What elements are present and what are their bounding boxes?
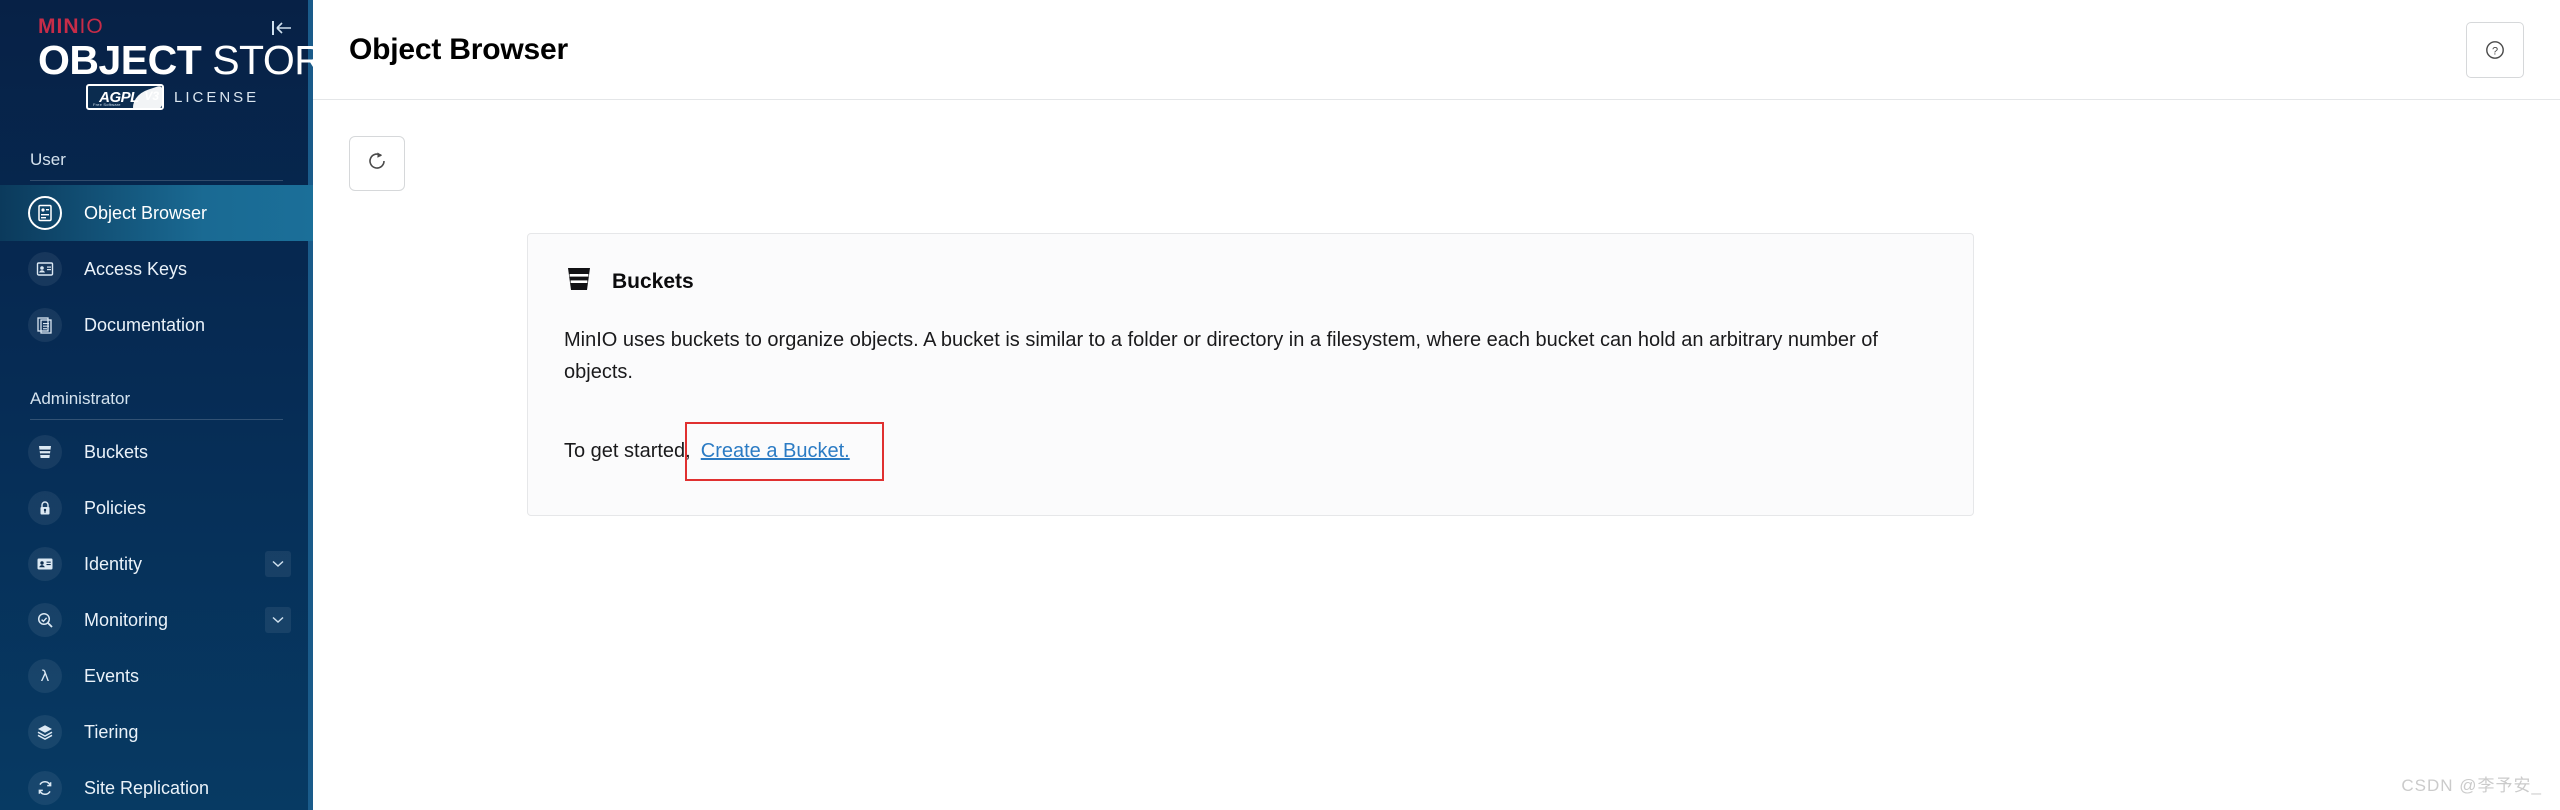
sidebar-item-label: Tiering <box>84 721 139 742</box>
sidebar-item-label: Site Replication <box>84 777 210 798</box>
sidebar-item-label: Documentation <box>84 314 206 335</box>
nav-list-administrator: Buckets Policies Identity Monitoring λ E… <box>0 424 313 810</box>
sidebar-item-monitoring[interactable]: Monitoring <box>0 592 313 648</box>
watermark-text: CSDN @李予安_ <box>2401 776 2542 795</box>
sidebar-item-documentation[interactable]: Documentation <box>0 297 313 353</box>
sidebar-item-label: Buckets <box>84 441 149 462</box>
sidebar-item-label: Object Browser <box>84 202 208 223</box>
content-area: Buckets MinIO uses buckets to organize o… <box>313 100 2560 517</box>
sidebar-item-identity[interactable]: Identity <box>0 536 313 592</box>
collapse-left-icon[interactable] <box>267 15 297 41</box>
lambda-icon: λ <box>28 659 62 693</box>
nav-section-administrator-label: Administrator <box>30 389 131 408</box>
agpl-badge-version: V3 <box>144 89 159 104</box>
svg-text:?: ? <box>2492 45 2498 57</box>
sidebar-item-label: Access Keys <box>84 258 188 279</box>
license-label: LICENSE <box>174 88 260 106</box>
brand-product-name: OBJECT STORE <box>38 37 313 83</box>
bucket-icon <box>28 435 62 469</box>
app-root: MINIO OBJECT STORE AGPL Free Software V3… <box>0 0 2560 810</box>
nav-divider-administrator <box>30 419 283 420</box>
sidebar-item-label: Policies <box>84 497 147 518</box>
card-header: Buckets <box>564 264 1937 299</box>
bucket-icon <box>564 264 594 299</box>
magnifier-icon <box>28 603 62 637</box>
documentation-icon <box>28 308 62 342</box>
buckets-info-card: Buckets MinIO uses buckets to organize o… <box>527 233 1974 517</box>
create-bucket-highlight-box: Create a Bucket. <box>684 422 884 482</box>
svg-text:λ: λ <box>41 667 50 685</box>
agpl-badge-icon: AGPL Free Software V3 <box>86 84 164 111</box>
cta-prefix-text: To get started, <box>564 440 691 463</box>
brand-object-text: OBJECT <box>38 37 202 83</box>
brand-min-text: MIN <box>38 15 80 38</box>
license-row: AGPL Free Software V3 LICENSE <box>38 84 313 111</box>
nav-list-user: Object Browser Access Keys Documentation <box>0 185 313 353</box>
replication-icon <box>28 771 62 805</box>
identity-card-icon <box>28 547 62 581</box>
sidebar-item-access-keys[interactable]: Access Keys <box>0 241 313 297</box>
sidebar-item-site-replication[interactable]: Site Replication <box>0 760 313 810</box>
toolbar <box>349 136 2524 191</box>
chevron-down-icon[interactable] <box>265 551 291 577</box>
top-bar: Object Browser ? <box>313 0 2560 100</box>
sidebar-item-label: Identity <box>84 553 143 574</box>
refresh-button[interactable] <box>349 136 405 191</box>
create-bucket-link[interactable]: Create a Bucket. <box>701 440 850 463</box>
sidebar-item-tiering[interactable]: Tiering <box>0 704 313 760</box>
refresh-icon <box>365 149 389 178</box>
page-title: Object Browser <box>349 32 568 66</box>
sidebar: MINIO OBJECT STORE AGPL Free Software V3… <box>0 0 313 810</box>
sidebar-item-object-browser[interactable]: Object Browser <box>0 185 313 241</box>
help-circle-icon[interactable]: ? <box>2466 21 2524 78</box>
sidebar-item-label: Events <box>84 665 140 686</box>
brand-store-text: STORE <box>212 37 313 83</box>
sidebar-item-label: Monitoring <box>84 609 169 630</box>
nav-section-gap <box>0 353 313 379</box>
cta-row: To get started, Create a Bucket. <box>564 422 1937 482</box>
sidebar-item-policies[interactable]: Policies <box>0 480 313 536</box>
card-title: Buckets <box>612 269 694 293</box>
agpl-badge-subtext: Free Software <box>93 102 121 108</box>
main-content: Object Browser ? Buckets MinIO uses buck… <box>313 0 2560 810</box>
object-browser-icon <box>28 196 62 230</box>
brand-io-text: IO <box>79 15 104 38</box>
access-keys-icon <box>28 252 62 286</box>
lock-icon <box>28 491 62 525</box>
sidebar-item-buckets[interactable]: Buckets <box>0 424 313 480</box>
nav-section-user-label: User <box>30 150 66 169</box>
layers-icon <box>28 715 62 749</box>
card-description: MinIO uses buckets to organize objects. … <box>564 329 1878 383</box>
nav-divider-user <box>30 180 283 181</box>
sidebar-item-events[interactable]: λ Events <box>0 648 313 704</box>
chevron-down-icon[interactable] <box>265 607 291 633</box>
